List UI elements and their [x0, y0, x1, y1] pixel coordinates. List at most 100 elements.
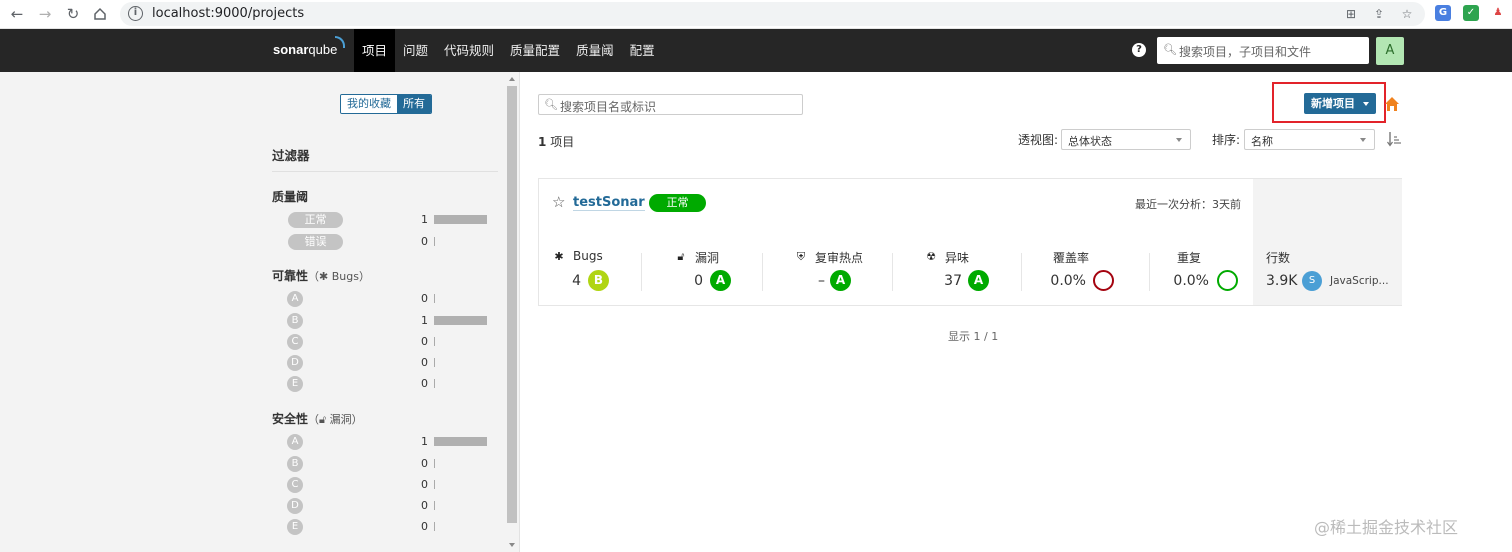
scrollbar-thumb[interactable]: [507, 86, 517, 523]
back-icon[interactable]: ←: [6, 4, 28, 24]
pagination-text: 显示 1 / 1: [948, 330, 999, 343]
forward-icon[interactable]: →: [34, 4, 56, 24]
favorite-star-icon[interactable]: ☆: [552, 193, 565, 211]
scroll-down-icon[interactable]: [509, 543, 515, 547]
new-project-label: 新增项目: [1311, 97, 1355, 110]
code-smells-rating-badge[interactable]: A: [968, 270, 989, 291]
share-icon[interactable]: ⇪: [1372, 7, 1386, 21]
perspective-select[interactable]: 总体状态: [1061, 129, 1191, 150]
metric-coverage-value[interactable]: 0.0%: [1044, 273, 1086, 289]
coverage-donut-icon[interactable]: [1093, 270, 1114, 291]
bookmark-star-icon[interactable]: ☆: [1400, 7, 1414, 21]
menu-quality-profiles[interactable]: 质量配置: [502, 29, 568, 72]
reliability-bar-c: [434, 337, 435, 346]
bug-icon: ✱: [554, 250, 564, 263]
sidebar-scrollbar[interactable]: [505, 72, 519, 552]
global-search-input[interactable]: 🔍︎ 搜索项目，子项目和文件: [1157, 37, 1369, 64]
security-count-c: 0: [421, 478, 428, 491]
home-icon[interactable]: [89, 4, 111, 24]
project-name-link[interactable]: testSonar: [573, 195, 645, 211]
qg-option-passed[interactable]: 正常: [288, 212, 343, 228]
global-search-placeholder: 搜索项目，子项目和文件: [1179, 45, 1312, 59]
lock-icon: 🔓︎: [319, 413, 330, 426]
facet-reliability-title[interactable]: 可靠性（✱ Bugs）: [272, 267, 370, 284]
search-icon: 🔍︎: [1163, 43, 1177, 56]
scroll-up-icon[interactable]: [509, 77, 515, 81]
metric-code-smells-label: 异味: [945, 251, 970, 265]
security-count-a: 1: [421, 435, 428, 448]
sidebar-divider: [519, 72, 520, 552]
site-info-icon[interactable]: i: [128, 6, 143, 21]
facet-security-label: 安全性: [272, 412, 309, 426]
metric-separator: [762, 253, 763, 291]
watermark: @稀土掘金技术社区: [1314, 518, 1459, 537]
security-option-c[interactable]: C: [287, 477, 303, 493]
reload-icon[interactable]: ↻: [62, 4, 84, 24]
reliability-count-c: 0: [421, 335, 428, 348]
metric-code-smells-value[interactable]: 37: [934, 273, 962, 289]
project-search-input[interactable]: 🔍︎ 搜索项目名或标识: [538, 94, 803, 115]
top-navbar: sonarqube 项目 问题 代码规则 质量配置 质量阈 配置 ? 🔍︎ 搜索…: [0, 29, 1512, 72]
sonarqube-logo[interactable]: sonarqube: [273, 36, 346, 57]
user-avatar[interactable]: A: [1376, 37, 1404, 65]
metric-separator: [892, 253, 893, 291]
menu-rules[interactable]: 代码规则: [436, 29, 502, 72]
security-count-d: 0: [421, 499, 428, 512]
sort-select[interactable]: 名称: [1244, 129, 1375, 150]
translate-icon[interactable]: ⊞: [1344, 7, 1358, 21]
shield-extension-icon[interactable]: ✓: [1463, 5, 1479, 21]
project-languages: JavaScrip...: [1330, 275, 1389, 287]
vulnerabilities-rating-badge[interactable]: A: [710, 270, 731, 291]
new-project-button[interactable]: 新增项目: [1304, 93, 1376, 114]
reliability-option-e[interactable]: E: [287, 376, 303, 392]
duplications-donut-icon[interactable]: [1217, 270, 1238, 291]
metric-lines-value[interactable]: 3.9K: [1266, 273, 1297, 289]
menu-administration[interactable]: 配置: [622, 29, 663, 72]
security-bar-d: [434, 501, 435, 510]
lock-icon: 🔓︎: [677, 250, 685, 263]
chevron-down-icon: [1176, 138, 1182, 142]
security-option-e[interactable]: E: [287, 519, 303, 535]
reliability-option-a[interactable]: A: [287, 291, 303, 307]
hotspots-rating-badge[interactable]: A: [830, 270, 851, 291]
facet-security-paren-open: （: [308, 413, 320, 426]
toggle-all-button[interactable]: 所有: [397, 95, 431, 113]
facet-quality-gate-title[interactable]: 质量阈: [272, 188, 308, 205]
url-text: localhost:9000/projects: [152, 6, 305, 21]
security-count-b: 0: [421, 457, 428, 470]
metric-duplications-value[interactable]: 0.0%: [1167, 273, 1209, 289]
sort-value: 名称: [1251, 135, 1273, 148]
bugs-rating-badge[interactable]: B: [588, 270, 609, 291]
security-count-e: 0: [421, 520, 428, 533]
facet-security-title[interactable]: 安全性（🔓︎ 漏洞）: [272, 410, 363, 427]
metric-hotspots-value[interactable]: –: [799, 273, 825, 289]
project-search-placeholder: 搜索项目名或标识: [560, 100, 657, 114]
reliability-option-c[interactable]: C: [287, 334, 303, 350]
metric-separator: [1149, 253, 1150, 291]
toggle-favorites-button[interactable]: 我的收藏: [341, 95, 397, 113]
address-bar[interactable]: i localhost:9000/projects ⊞ ⇪ ☆: [120, 2, 1425, 26]
logo-waves-icon: [335, 36, 346, 48]
security-option-d[interactable]: D: [287, 498, 303, 514]
facet-reliability-sub: Bugs: [331, 270, 359, 283]
home-page-icon[interactable]: [1384, 96, 1400, 112]
google-translate-extension-icon[interactable]: G: [1435, 5, 1451, 21]
qg-option-failed[interactable]: 错误: [288, 234, 343, 250]
menu-issues[interactable]: 问题: [395, 29, 436, 72]
logo-bold-text: sonar: [273, 42, 309, 57]
profile-extension-icon[interactable]: ♟: [1490, 5, 1506, 21]
metric-bugs-value[interactable]: 4: [559, 273, 581, 289]
metric-vulnerabilities-value[interactable]: 0: [679, 273, 703, 289]
security-option-a[interactable]: A: [287, 434, 303, 450]
reliability-option-b[interactable]: B: [287, 313, 303, 329]
sort-label: 排序:: [1212, 133, 1241, 147]
shield-icon: ⛨: [796, 250, 806, 263]
menu-quality-gates[interactable]: 质量阈: [568, 29, 622, 72]
reliability-count-d: 0: [421, 356, 428, 369]
reliability-option-d[interactable]: D: [287, 355, 303, 371]
menu-projects[interactable]: 项目: [354, 29, 396, 72]
help-icon[interactable]: ?: [1132, 43, 1146, 57]
sort-direction-icon[interactable]: [1387, 131, 1401, 147]
security-option-b[interactable]: B: [287, 456, 303, 472]
search-icon: 🔍︎: [544, 98, 558, 111]
